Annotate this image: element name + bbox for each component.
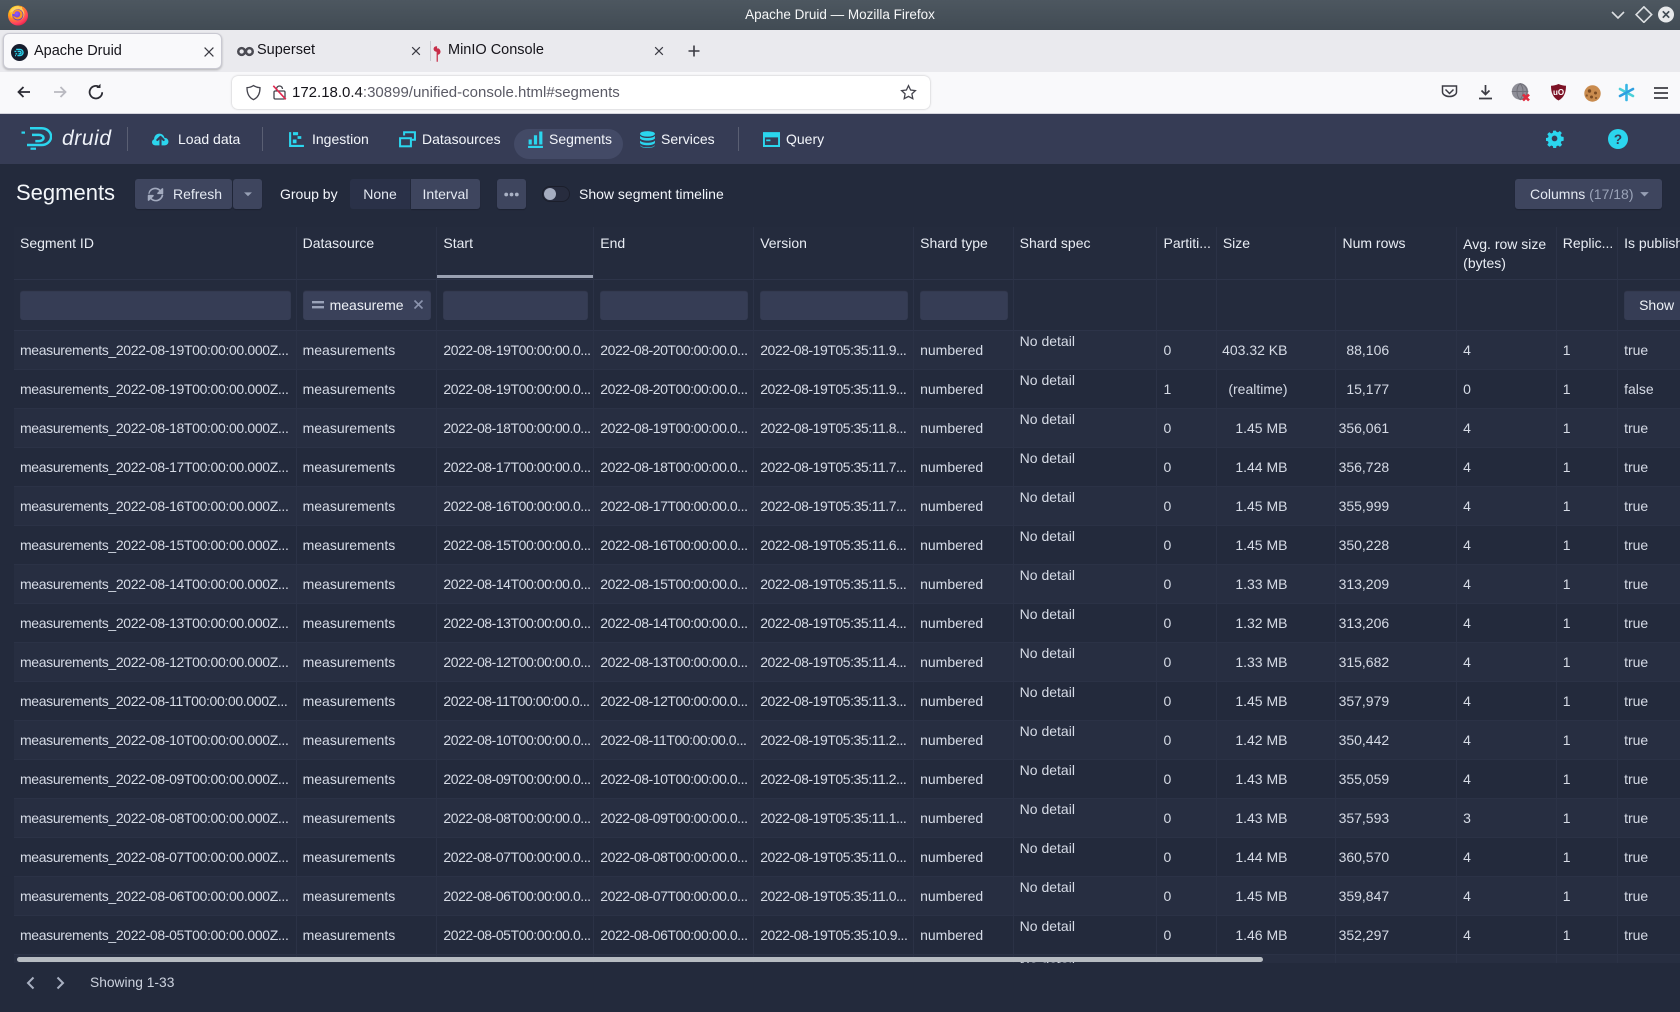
- svg-text:uO: uO: [1553, 88, 1564, 97]
- svg-text:?: ?: [1614, 132, 1622, 147]
